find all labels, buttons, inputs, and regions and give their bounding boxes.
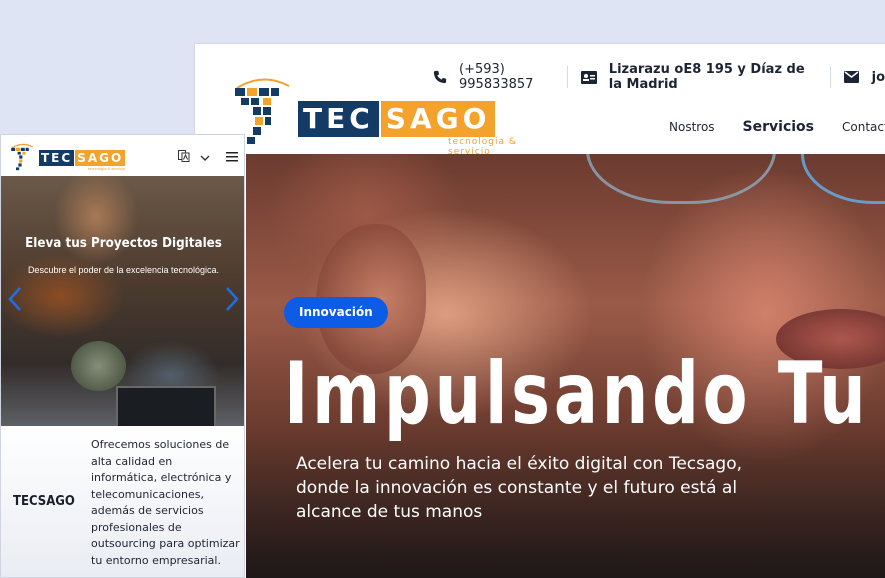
carousel-title: Eleva tus Proyectos Digitales xyxy=(25,236,222,251)
desktop-window: TEC SAGO tecnología & servicio (+593) 99… xyxy=(194,43,885,578)
translate-icon[interactable] xyxy=(178,149,190,167)
carousel-next-button[interactable] xyxy=(222,284,242,314)
chevron-left-icon xyxy=(8,287,21,311)
logo-mark-icon xyxy=(11,143,34,171)
contact-phone[interactable]: (+593) 995833857 xyxy=(433,62,554,92)
logo-wordmark: TEC SAGO xyxy=(298,101,496,137)
about-description: Ofrecemos soluciones de alta calidad en … xyxy=(91,438,240,567)
mobile-about-section: TECSAGO Ofrecemos soluciones de alta cal… xyxy=(1,426,244,577)
logo-tec: TEC xyxy=(39,150,75,166)
nav-item-nosotros[interactable]: Nostros xyxy=(669,120,715,134)
mail-icon xyxy=(844,69,860,85)
mobile-header: TEC SAGO tecnología & servicio xyxy=(1,135,244,176)
logo-sago: SAGO xyxy=(75,150,126,166)
hero-title: Impulsando Tu Futuro xyxy=(284,344,885,444)
phone-text: (+593) 995833857 xyxy=(459,62,534,92)
chevron-right-icon xyxy=(226,287,239,311)
hero-subtitle: Acelera tu camino hacia el éxito digital… xyxy=(296,454,743,522)
mobile-window: TEC SAGO tecnología & servicio Eleva tus… xyxy=(0,134,245,578)
carousel-subtitle: Descubre el poder de la excelencia tecno… xyxy=(27,265,220,275)
phone-icon xyxy=(433,69,447,85)
mobile-controls xyxy=(178,149,238,167)
divider xyxy=(566,66,568,88)
logo-wordmark: TEC SAGO xyxy=(39,150,126,166)
slide-overlay xyxy=(1,176,244,426)
hero-badge[interactable]: Innovación xyxy=(284,297,388,328)
logo-tagline: tecnología & servicio xyxy=(88,166,125,171)
carousel-prev-button[interactable] xyxy=(5,284,25,314)
contact-bar: (+593) 995833857 Lizarazu oE8 195 y Díaz… xyxy=(433,62,885,92)
contact-address[interactable]: Lizarazu oE8 195 y Díaz de la Madrid xyxy=(580,62,817,92)
divider xyxy=(829,66,831,88)
hamburger-icon[interactable] xyxy=(226,149,238,167)
email-text: jo xyxy=(871,69,885,85)
about-brand: TECSAGO xyxy=(13,494,75,509)
hero-banner: Innovación Impulsando Tu Futuro Acelera … xyxy=(246,154,885,578)
main-nav: Nostros Servicios Contactos xyxy=(669,119,885,135)
nav-item-servicios[interactable]: Servicios xyxy=(743,119,814,135)
nav-item-contactos[interactable]: Contactos xyxy=(842,120,885,134)
contact-email[interactable]: jo xyxy=(844,69,885,85)
address-text: Lizarazu oE8 195 y Díaz de la Madrid xyxy=(608,62,805,92)
mobile-logo[interactable]: TEC SAGO tecnología & servicio xyxy=(10,143,140,171)
chevron-down-icon[interactable] xyxy=(200,149,210,167)
id-card-icon xyxy=(580,69,597,85)
logo-tec: TEC xyxy=(298,101,379,137)
mobile-carousel: Eleva tus Proyectos Digitales Descubre e… xyxy=(1,176,244,426)
logo-sago: SAGO xyxy=(380,101,496,137)
